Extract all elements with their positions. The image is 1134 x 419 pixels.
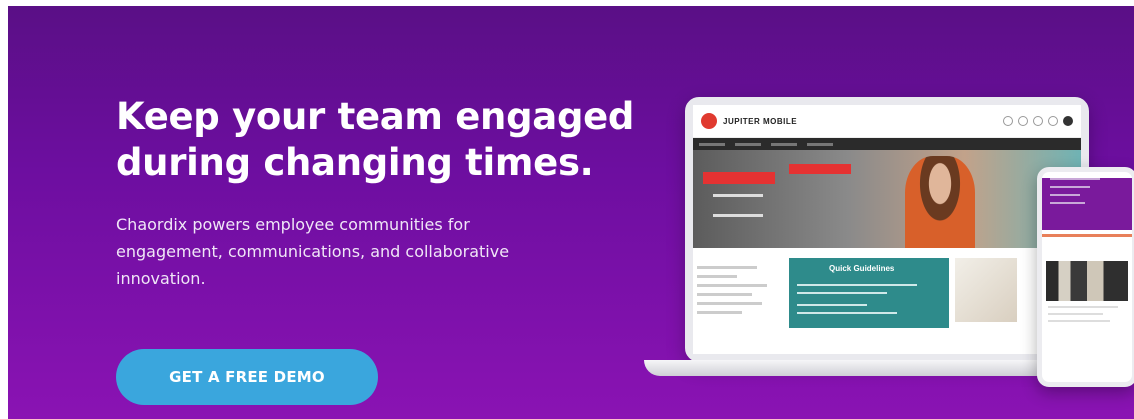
laptop-screen: JUPITER MOBILE Quick Guidelines bbox=[693, 105, 1081, 354]
phone-mockup bbox=[1037, 167, 1134, 387]
hero-headline: Keep your team engaged during changing t… bbox=[116, 94, 636, 186]
mockup-guidelines-panel: Quick Guidelines bbox=[789, 258, 949, 328]
mockup-header-icons bbox=[1003, 116, 1073, 126]
mockup-mail-icon bbox=[1033, 116, 1043, 126]
mockup-banner-text-line bbox=[713, 194, 763, 197]
mockup-nav-item bbox=[699, 142, 725, 146]
mockup-nav-item bbox=[735, 142, 761, 146]
headline-line-2: during changing times. bbox=[116, 141, 594, 184]
mockup-avatar-icon bbox=[1063, 116, 1073, 126]
mockup-bell-icon bbox=[1048, 116, 1058, 126]
mockup-banner-tag bbox=[789, 164, 851, 174]
mockup-panel-title: Quick Guidelines bbox=[829, 264, 895, 273]
mockup-search-icon bbox=[1003, 116, 1013, 126]
laptop-mockup: JUPITER MOBILE Quick Guidelines bbox=[685, 97, 1089, 362]
mockup-banner-button bbox=[703, 172, 775, 184]
mockup-nav-bar bbox=[693, 138, 1081, 150]
mockup-photo-tile bbox=[955, 258, 1017, 322]
phone-accent-bar bbox=[1042, 234, 1132, 237]
mockup-sidebar bbox=[697, 260, 785, 320]
hero-section: Keep your team engaged during changing t… bbox=[0, 0, 1134, 419]
mockup-globe-icon bbox=[1018, 116, 1028, 126]
mockup-banner-text-line bbox=[713, 214, 763, 217]
phone-header bbox=[1042, 178, 1132, 230]
headline-line-1: Keep your team engaged bbox=[116, 95, 635, 138]
mockup-nav-item bbox=[771, 142, 797, 146]
phone-photo bbox=[1046, 261, 1128, 301]
mockup-site-header: JUPITER MOBILE bbox=[693, 105, 1081, 138]
mockup-banner-image bbox=[693, 150, 1081, 248]
get-free-demo-button[interactable]: GET A FREE DEMO bbox=[116, 349, 378, 405]
mockup-content-area: Quick Guidelines bbox=[693, 248, 1081, 354]
mockup-site-name: JUPITER MOBILE bbox=[723, 116, 798, 126]
phone-text-lines bbox=[1042, 306, 1132, 322]
mockup-logo-icon bbox=[701, 113, 717, 129]
mockup-nav-item bbox=[807, 142, 833, 146]
mockup-banner-person bbox=[905, 156, 975, 248]
hero-subtext: Chaordix powers employee communities for… bbox=[116, 215, 510, 288]
